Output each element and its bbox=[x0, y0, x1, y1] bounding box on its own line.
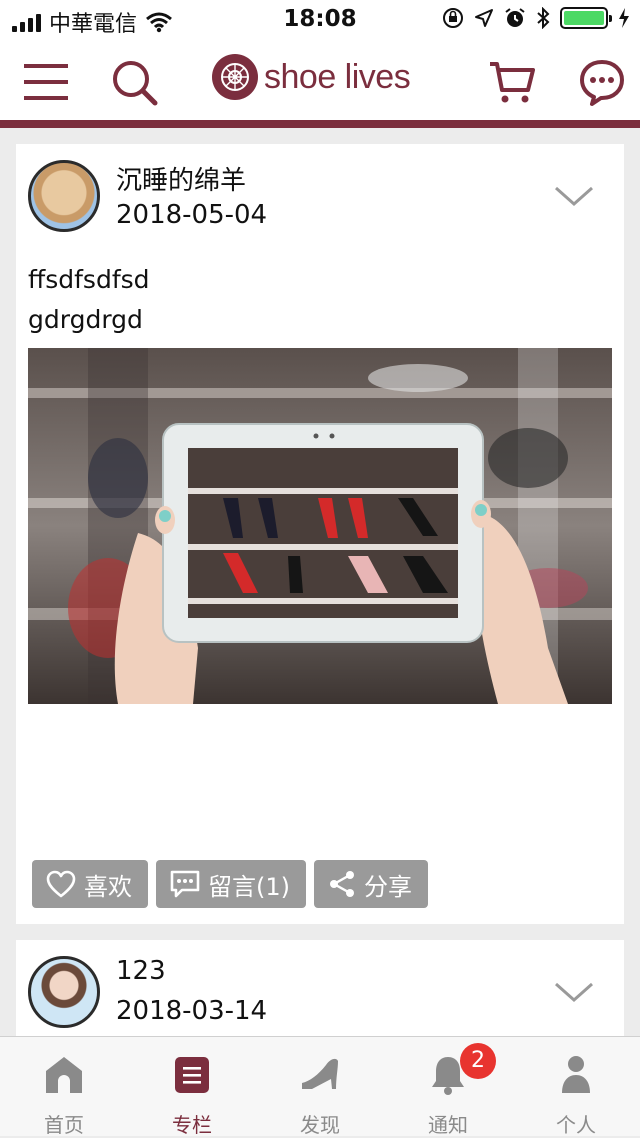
status-right bbox=[442, 7, 630, 29]
app-logo[interactable]: shoe lives bbox=[212, 54, 411, 100]
battery-icon bbox=[560, 7, 612, 29]
header-divider bbox=[0, 120, 640, 128]
tab-home[interactable]: 首页 bbox=[0, 1037, 128, 1137]
post-image[interactable] bbox=[28, 348, 612, 704]
charging-icon bbox=[619, 8, 629, 28]
tab-label: 专栏 bbox=[172, 1113, 212, 1137]
avatar[interactable] bbox=[28, 956, 100, 1028]
notification-badge: 2 bbox=[460, 1043, 496, 1079]
logo-emblem-icon bbox=[212, 54, 258, 100]
tab-discover[interactable]: 发现 bbox=[256, 1037, 384, 1137]
comment-label: 留言(1) bbox=[208, 872, 290, 901]
post-username[interactable]: 123 bbox=[116, 956, 166, 986]
tab-label: 首页 bbox=[44, 1113, 84, 1137]
bluetooth-icon bbox=[537, 7, 550, 29]
share-label: 分享 bbox=[364, 872, 412, 901]
avatar[interactable] bbox=[28, 160, 100, 232]
heart-icon bbox=[46, 870, 76, 898]
person-icon bbox=[562, 1056, 590, 1093]
comment-icon bbox=[170, 870, 200, 898]
post-actions: 喜欢 留言(1) 分享 bbox=[32, 860, 428, 908]
post-text-line: gdrgdrgd bbox=[28, 305, 143, 334]
column-icon bbox=[175, 1057, 209, 1093]
share-icon bbox=[330, 871, 354, 897]
status-bar: 中華電信 18:08 bbox=[0, 0, 640, 40]
tab-notifications[interactable]: 2 通知 bbox=[384, 1037, 512, 1137]
post-text-line: ffsdfsdfsd bbox=[28, 265, 150, 294]
heel-shoe-icon bbox=[302, 1058, 338, 1089]
tab-column[interactable]: 专栏 bbox=[128, 1037, 256, 1137]
tab-label: 通知 bbox=[428, 1113, 468, 1137]
home-icon bbox=[46, 1057, 82, 1093]
tab-profile[interactable]: 个人 bbox=[512, 1037, 640, 1137]
alarm-icon bbox=[505, 8, 525, 27]
post-date: 2018-05-04 bbox=[116, 200, 268, 230]
menu-icon[interactable] bbox=[22, 58, 70, 106]
comment-button[interactable]: 留言(1) bbox=[156, 860, 306, 908]
tab-label: 发现 bbox=[300, 1113, 340, 1137]
location-icon bbox=[475, 9, 493, 27]
app-header: shoe lives bbox=[0, 40, 640, 120]
chat-icon[interactable] bbox=[578, 58, 626, 106]
like-button[interactable]: 喜欢 bbox=[32, 860, 148, 908]
rotation-lock-icon bbox=[443, 8, 463, 28]
logo-text: shoe lives bbox=[264, 57, 411, 96]
chevron-down-icon[interactable] bbox=[554, 980, 594, 1004]
bottom-tab-bar: 首页 专栏 发现 2 通知 个人 bbox=[0, 1036, 640, 1137]
tab-label: 个人 bbox=[556, 1113, 596, 1137]
post-card: 沉睡的绵羊 2018-05-04 ffsdfsdfsd gdrgdrgd 喜欢 … bbox=[16, 144, 624, 924]
post-date: 2018-03-14 bbox=[116, 996, 268, 1026]
search-icon[interactable] bbox=[110, 58, 158, 106]
like-label: 喜欢 bbox=[84, 872, 132, 901]
post-username[interactable]: 沉睡的绵羊 bbox=[116, 160, 246, 197]
share-button[interactable]: 分享 bbox=[314, 860, 428, 908]
post-text: ffsdfsdfsd gdrgdrgd bbox=[28, 260, 150, 340]
chevron-down-icon[interactable] bbox=[554, 184, 594, 208]
cart-icon[interactable] bbox=[488, 58, 536, 106]
